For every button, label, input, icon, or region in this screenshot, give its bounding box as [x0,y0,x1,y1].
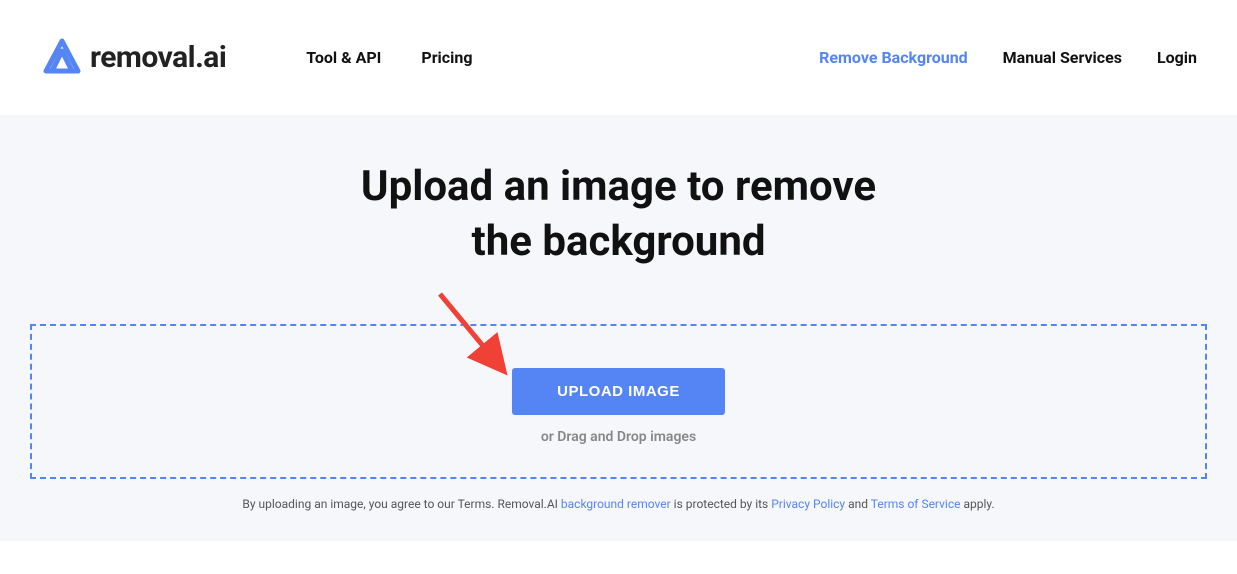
drag-drop-text: or Drag and Drop images [541,429,696,445]
nav-tool-api[interactable]: Tool & API [306,48,381,67]
nav-pricing[interactable]: Pricing [421,48,472,67]
nav-remove-background[interactable]: Remove Background [819,48,968,67]
logo-icon [40,37,84,79]
legal-prefix: By uploading an image, you agree to our … [242,497,561,511]
nav-login[interactable]: Login [1157,48,1197,67]
logo[interactable]: removal.ai [40,37,226,79]
legal-link-privacy[interactable]: Privacy Policy [771,497,845,511]
upload-dropzone[interactable]: UPLOAD IMAGE or Drag and Drop images [30,324,1207,479]
nav-left: Tool & API Pricing [306,48,472,67]
upload-zone-wrap: UPLOAD IMAGE or Drag and Drop images [0,324,1237,479]
nav-right: Remove Background Manual Services Login [819,48,1197,67]
hero-title-line2: the background [0,215,1237,270]
hero-section: Upload an image to remove the background… [0,115,1237,541]
logo-text: removal.ai [90,40,226,75]
legal-link-bg-remover[interactable]: background remover [561,497,671,511]
legal-mid1: is protected by its [671,497,772,511]
legal-mid2: and [845,497,871,511]
header-bar: removal.ai Tool & API Pricing Remove Bac… [0,0,1237,115]
upload-image-button[interactable]: UPLOAD IMAGE [512,368,725,415]
legal-text: By uploading an image, you agree to our … [0,497,1237,511]
hero-title: Upload an image to remove the background [0,160,1237,269]
hero-title-line1: Upload an image to remove [0,160,1237,215]
legal-link-tos[interactable]: Terms of Service [871,497,961,511]
legal-suffix: apply. [960,497,994,511]
nav-manual-services[interactable]: Manual Services [1003,48,1122,67]
